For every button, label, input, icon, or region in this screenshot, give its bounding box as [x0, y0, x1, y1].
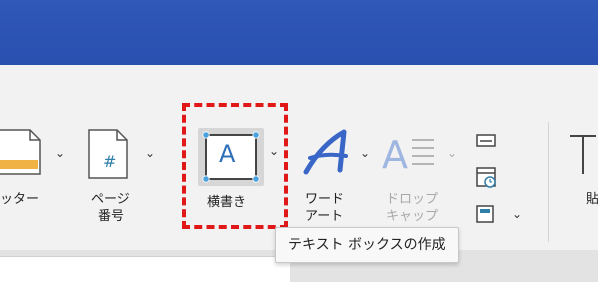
signature-line-icon: [476, 134, 496, 147]
footer-label: ッター: [0, 192, 40, 207]
wordart-icon: [303, 129, 348, 175]
wordart-label-line2: アート: [305, 209, 344, 224]
date-time-icon: [476, 167, 496, 188]
object-icon: [476, 205, 494, 223]
footer-dropdown-icon[interactable]: ⌄: [55, 146, 65, 160]
document-page: [0, 256, 290, 283]
dropcap-label-line2: キャップ: [386, 209, 439, 224]
page-number-label-line1: ページ: [91, 192, 130, 207]
page-number-label-line2: 番号: [98, 209, 125, 224]
group-separator: [548, 122, 549, 242]
text-symbol-icon: [570, 135, 596, 174]
page-number-glyph: #: [103, 152, 117, 171]
object-dropdown-icon[interactable]: ⌄: [512, 207, 522, 221]
next-group-label: 貼: [586, 192, 598, 207]
tooltip: テキスト ボックスの作成: [275, 227, 459, 263]
dropcap-dropdown-icon[interactable]: ⌄: [447, 146, 457, 160]
dropcap-label-line1: ドロップ: [386, 192, 439, 207]
wordart-label-line1: ワード: [305, 192, 345, 207]
dropcap-icon: A: [382, 133, 434, 177]
page-number-dropdown-icon[interactable]: ⌄: [145, 146, 155, 160]
wordart-dropdown-icon[interactable]: ⌄: [360, 146, 370, 160]
footer-icon: [0, 129, 41, 175]
title-bar: [0, 0, 598, 65]
annotation-highlight: [182, 103, 288, 229]
svg-text:A: A: [382, 133, 408, 177]
